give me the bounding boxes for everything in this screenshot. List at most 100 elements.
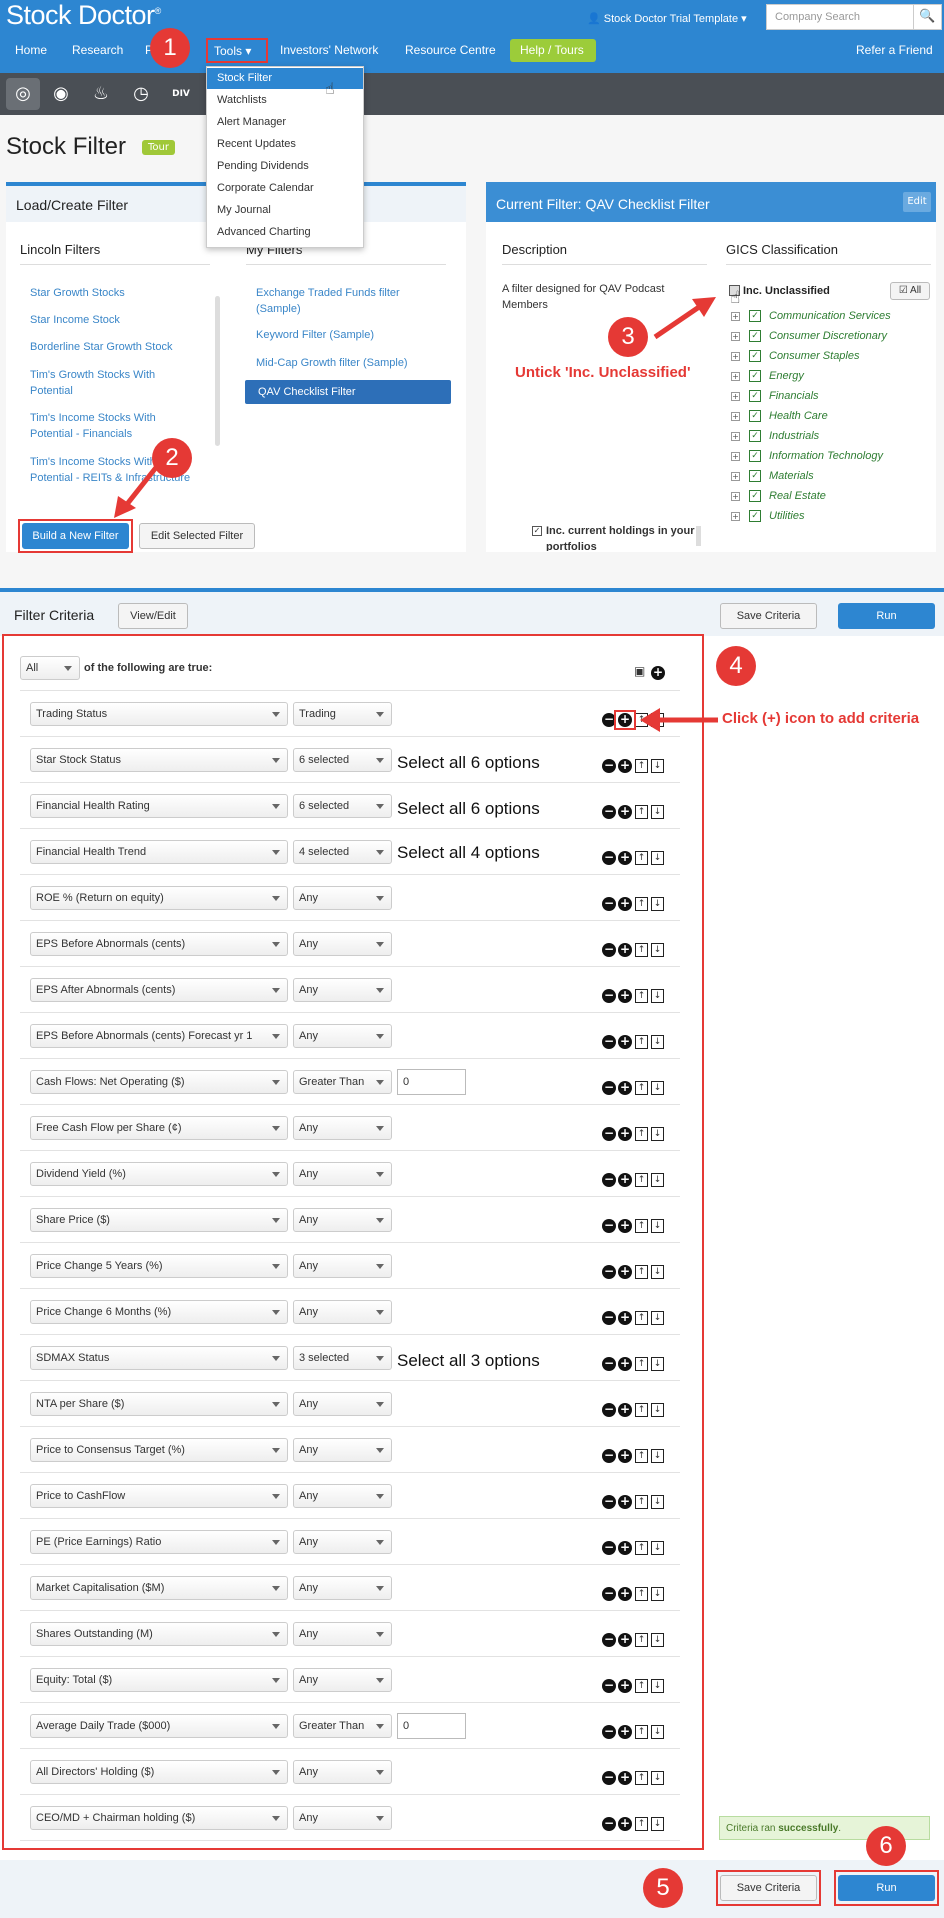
alarm-clock-icon[interactable]: ◷: [126, 80, 156, 108]
menu-stock-filter[interactable]: Stock Filter: [207, 68, 363, 89]
move-up-icon[interactable]: ↑: [635, 1449, 648, 1463]
lincoln-filter-item[interactable]: Star Growth Stocks: [30, 285, 190, 301]
sector-checkbox[interactable]: ✓: [749, 350, 761, 362]
remove-criteria-icon[interactable]: −: [602, 1495, 616, 1509]
move-down-icon[interactable]: ↓: [651, 851, 664, 865]
add-criteria-icon[interactable]: +: [618, 759, 632, 773]
remove-criteria-icon[interactable]: −: [602, 1633, 616, 1647]
sector-checkbox[interactable]: ✓: [749, 510, 761, 522]
criteria-field-select[interactable]: PE (Price Earnings) Ratio: [30, 1530, 288, 1554]
move-up-icon[interactable]: ↑: [635, 1633, 648, 1647]
criteria-field-select[interactable]: Equity: Total ($): [30, 1668, 288, 1692]
move-down-icon[interactable]: ↓: [651, 1633, 664, 1647]
menu-watchlists[interactable]: Watchlists: [207, 90, 363, 111]
criteria-operator-select[interactable]: Any: [293, 1668, 392, 1692]
criteria-field-select[interactable]: Star Stock Status: [30, 748, 288, 772]
move-up-icon[interactable]: ↑: [635, 1357, 648, 1371]
add-criteria-icon[interactable]: +: [618, 805, 632, 819]
add-criteria-icon[interactable]: +: [618, 897, 632, 911]
remove-criteria-icon[interactable]: −: [602, 1173, 616, 1187]
move-down-icon[interactable]: ↓: [651, 1081, 664, 1095]
add-group-icon[interactable]: ▣: [634, 664, 645, 678]
criteria-field-select[interactable]: Financial Health Trend: [30, 840, 288, 864]
remove-criteria-icon[interactable]: −: [602, 989, 616, 1003]
move-up-icon[interactable]: ↑: [635, 1035, 648, 1049]
criteria-field-select[interactable]: NTA per Share ($): [30, 1392, 288, 1416]
move-up-icon[interactable]: ↑: [635, 1541, 648, 1555]
criteria-operator-select[interactable]: Any: [293, 1024, 392, 1048]
my-filter-item[interactable]: Exchange Traded Funds filter (Sample): [256, 285, 431, 317]
remove-criteria-icon[interactable]: −: [602, 1127, 616, 1141]
move-up-icon[interactable]: ↑: [635, 759, 648, 773]
criteria-value-input[interactable]: 0: [397, 1713, 466, 1739]
remove-criteria-icon[interactable]: −: [602, 943, 616, 957]
sector-checkbox[interactable]: ✓: [749, 310, 761, 322]
run-button[interactable]: Run: [838, 603, 935, 629]
remove-criteria-icon[interactable]: −: [602, 1081, 616, 1095]
search-icon[interactable]: 🔍: [914, 4, 942, 30]
criteria-operator-select[interactable]: Any: [293, 1530, 392, 1554]
lincoln-filter-item[interactable]: Borderline Star Growth Stock: [30, 339, 190, 355]
move-up-icon[interactable]: ↑: [635, 897, 648, 911]
user-menu[interactable]: 👤 Stock Doctor Trial Template ▾: [587, 12, 747, 25]
criteria-field-select[interactable]: ROE % (Return on equity): [30, 886, 288, 910]
gics-all-button[interactable]: ☑ All: [890, 282, 930, 300]
move-up-icon[interactable]: ↑: [635, 1587, 648, 1601]
add-criteria-icon[interactable]: +: [618, 1219, 632, 1233]
menu-corporate-calendar[interactable]: Corporate Calendar: [207, 178, 363, 199]
expand-sector-icon[interactable]: +: [731, 452, 740, 461]
criteria-operator-select[interactable]: Greater Than: [293, 1714, 392, 1738]
holdings-checkbox[interactable]: ✓: [532, 526, 542, 536]
criteria-field-select[interactable]: EPS Before Abnormals (cents) Forecast yr…: [30, 1024, 288, 1048]
edit-selected-filter-button[interactable]: Edit Selected Filter: [139, 523, 255, 549]
move-up-icon[interactable]: ↑: [635, 1311, 648, 1325]
criteria-operator-select[interactable]: Any: [293, 1392, 392, 1416]
nav-research[interactable]: Research: [72, 43, 123, 57]
add-criteria-icon[interactable]: +: [618, 1541, 632, 1555]
move-up-icon[interactable]: ↑: [635, 1725, 648, 1739]
criteria-operator-select[interactable]: 6 selected: [293, 794, 392, 818]
move-up-icon[interactable]: ↑: [635, 1817, 648, 1831]
move-down-icon[interactable]: ↓: [651, 1035, 664, 1049]
menu-my-journal[interactable]: My Journal: [207, 200, 363, 221]
menu-pending-dividends[interactable]: Pending Dividends: [207, 156, 363, 177]
move-down-icon[interactable]: ↓: [651, 1495, 664, 1509]
move-down-icon[interactable]: ↓: [651, 1357, 664, 1371]
criteria-field-select[interactable]: Price to Consensus Target (%): [30, 1438, 288, 1462]
move-down-icon[interactable]: ↓: [651, 1679, 664, 1693]
sector-checkbox[interactable]: ✓: [749, 450, 761, 462]
remove-criteria-icon[interactable]: −: [602, 1771, 616, 1785]
move-down-icon[interactable]: ↓: [651, 1541, 664, 1555]
all-any-select[interactable]: All: [20, 656, 80, 680]
remove-criteria-icon[interactable]: −: [602, 1541, 616, 1555]
add-criteria-icon[interactable]: +: [618, 1771, 632, 1785]
criteria-field-select[interactable]: Free Cash Flow per Share (¢): [30, 1116, 288, 1140]
move-down-icon[interactable]: ↓: [651, 1127, 664, 1141]
move-up-icon[interactable]: ↑: [635, 1127, 648, 1141]
nav-help-tours[interactable]: Help / Tours: [510, 39, 596, 62]
criteria-field-select[interactable]: All Directors' Holding ($): [30, 1760, 288, 1784]
remove-criteria-icon[interactable]: −: [602, 1679, 616, 1693]
lincoln-filter-item[interactable]: Star Income Stock: [30, 312, 190, 328]
move-up-icon[interactable]: ↑: [635, 1265, 648, 1279]
lincoln-filter-item[interactable]: Tim's Income Stocks With Potential - Fin…: [30, 410, 180, 442]
remove-criteria-icon[interactable]: −: [602, 851, 616, 865]
menu-alert-manager[interactable]: Alert Manager: [207, 112, 363, 133]
add-criteria-icon[interactable]: +: [618, 1449, 632, 1463]
criteria-operator-select[interactable]: 4 selected: [293, 840, 392, 864]
view-edit-button[interactable]: View/Edit: [118, 603, 188, 629]
criteria-operator-select[interactable]: 3 selected: [293, 1346, 392, 1370]
nav-resource-centre[interactable]: Resource Centre: [405, 43, 496, 57]
criteria-field-select[interactable]: Market Capitalisation ($M): [30, 1576, 288, 1600]
expand-sector-icon[interactable]: +: [731, 372, 740, 381]
move-up-icon[interactable]: ↑: [635, 1679, 648, 1693]
move-down-icon[interactable]: ↓: [651, 805, 664, 819]
criteria-field-select[interactable]: Price to CashFlow: [30, 1484, 288, 1508]
move-down-icon[interactable]: ↓: [651, 1587, 664, 1601]
expand-sector-icon[interactable]: +: [731, 352, 740, 361]
add-criteria-icon[interactable]: +: [618, 1081, 632, 1095]
criteria-operator-select[interactable]: Any: [293, 1484, 392, 1508]
menu-recent-updates[interactable]: Recent Updates: [207, 134, 363, 155]
criteria-operator-select[interactable]: Any: [293, 978, 392, 1002]
add-criteria-icon[interactable]: +: [618, 1495, 632, 1509]
